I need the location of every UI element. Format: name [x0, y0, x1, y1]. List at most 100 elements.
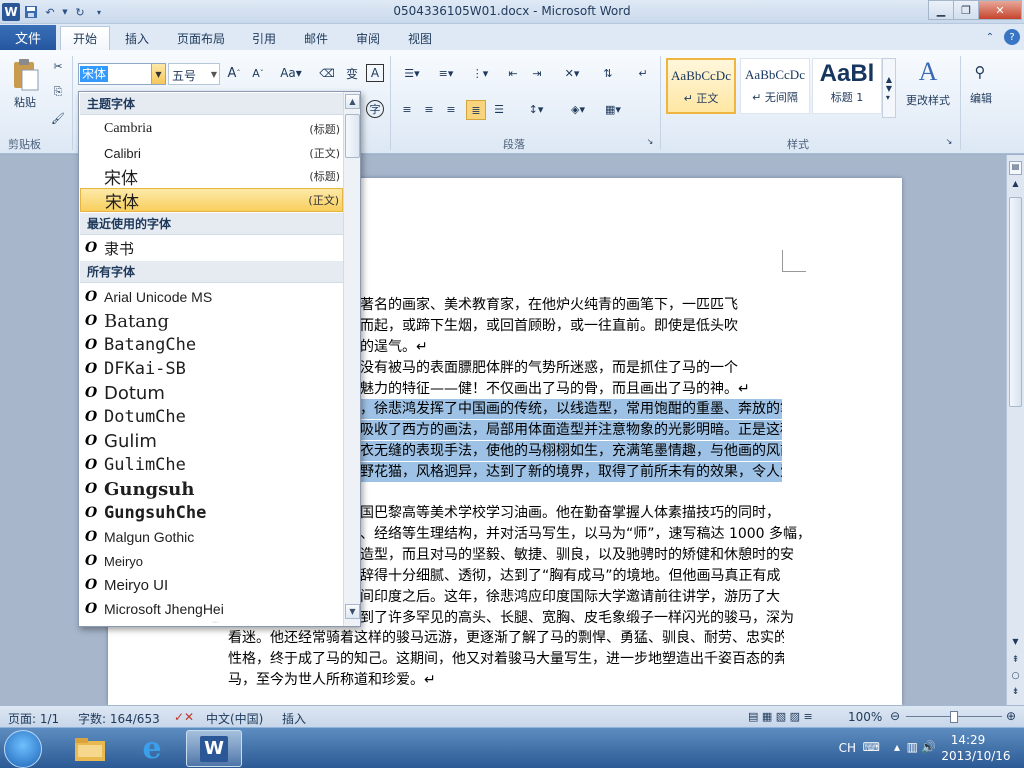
explorer-taskbar-icon[interactable] [62, 730, 118, 767]
minimize-ribbon-icon[interactable]: ⌃ [982, 29, 998, 45]
scroll-up-icon[interactable]: ▲ [345, 94, 360, 109]
multilevel-list-icon[interactable]: ⋮▾ [466, 64, 494, 82]
resize-grip-icon[interactable]: ⋯ [205, 619, 225, 626]
show-hidden-icons-icon[interactable]: ▴ [894, 740, 900, 754]
font-dropdown-list[interactable]: 主题字体 Cambria (标题) Calibri (正文) 宋体 (标题) 宋… [78, 91, 361, 627]
clear-formatting-icon[interactable]: ⌫ [318, 64, 336, 82]
clock-time[interactable]: 14:29 [940, 733, 996, 747]
format-painter-icon[interactable]: 🖌 [50, 110, 66, 126]
scrollbar-thumb[interactable] [345, 114, 360, 158]
vertical-scrollbar[interactable]: ▤ ▲ ▼ ⇞ ○ ⇟ [1006, 155, 1024, 705]
start-button[interactable] [4, 730, 42, 768]
change-styles-icon[interactable]: A [906, 56, 950, 88]
increase-indent-icon[interactable]: ⇥ [528, 64, 546, 82]
tab-references[interactable]: 引用 [244, 26, 284, 50]
maximize-button[interactable]: ❐ [953, 0, 979, 20]
paste-label[interactable]: 粘贴 [10, 94, 40, 110]
font-option[interactable]: O 隶书 [80, 236, 343, 260]
justify-icon[interactable]: ≣ [466, 100, 486, 120]
font-option[interactable]: O GungsuhChe [80, 501, 343, 525]
font-option[interactable]: O Meiryo [80, 549, 343, 573]
align-center-icon[interactable]: ≡ [420, 100, 438, 118]
font-option[interactable]: Cambria (标题) [80, 117, 343, 141]
insert-mode[interactable]: 插入 [282, 710, 306, 727]
borders-icon[interactable]: ▦▾ [598, 100, 628, 118]
zoom-out-icon[interactable]: ⊖ [890, 709, 900, 723]
paste-icon[interactable] [8, 56, 42, 94]
keyboard-icon[interactable]: ⌨ [863, 740, 880, 754]
font-option[interactable]: O Arial Unicode MS [80, 285, 343, 309]
tab-view[interactable]: 视图 [400, 26, 440, 50]
ie-taskbar-icon[interactable]: e [124, 730, 180, 767]
font-name-combobox[interactable]: 宋体 ▼ [78, 63, 166, 85]
font-option[interactable]: O DFKai-SB [80, 357, 343, 381]
tab-page-layout[interactable]: 页面布局 [168, 26, 234, 50]
change-styles-label[interactable]: 更改样式 [900, 92, 956, 108]
numbering-icon[interactable]: ≡▾ [432, 64, 460, 82]
chevron-down-icon[interactable]: ▼ [151, 64, 165, 84]
cut-icon[interactable]: ✂ [50, 58, 66, 74]
tab-review[interactable]: 审阅 [348, 26, 388, 50]
font-option-selected[interactable]: 宋体 (正文) [80, 188, 343, 213]
align-right-icon[interactable]: ≡ [442, 100, 460, 118]
font-option[interactable]: 宋体 (标题) [80, 164, 343, 189]
minimize-button[interactable]: ▁ [928, 0, 954, 20]
close-button[interactable]: ✕ [978, 0, 1022, 20]
clock-date[interactable]: 2013/10/16 [940, 749, 1012, 763]
styles-launcher-icon[interactable]: ↘ [944, 136, 954, 146]
scroll-up-icon[interactable]: ▲ [1009, 179, 1022, 193]
word-count[interactable]: 字数: 164/653 [78, 710, 160, 727]
tab-file[interactable]: 文件 [0, 25, 56, 50]
show-marks-icon[interactable]: ↵ [634, 64, 652, 82]
font-option[interactable]: O DotumChe [80, 405, 343, 429]
find-binoculars-icon[interactable]: ⚲ [968, 60, 992, 84]
font-option[interactable]: O GulimChe [80, 453, 343, 477]
next-page-icon[interactable]: ⇟ [1009, 687, 1022, 701]
browse-object-icon[interactable]: ○ [1009, 671, 1022, 685]
view-buttons-icon[interactable]: ▤ ▦ ▧ ▨ ≡ [748, 710, 813, 723]
asian-layout-icon[interactable]: ✕▾ [558, 64, 586, 82]
font-option[interactable]: O Gulim [80, 429, 343, 453]
enclose-characters-icon[interactable]: 字 [366, 100, 384, 118]
style-heading-1[interactable]: AaBl 标题 1 [812, 58, 882, 114]
font-option[interactable]: O Microsoft JhengHei [80, 597, 343, 621]
ruler-toggle-icon[interactable]: ▤ [1009, 161, 1022, 175]
tab-home[interactable]: 开始 [60, 26, 110, 50]
font-option[interactable]: O Meiryo UI [80, 573, 343, 597]
help-icon[interactable]: ? [1004, 29, 1020, 45]
zoom-in-icon[interactable]: ⊕ [1006, 709, 1016, 723]
distributed-icon[interactable]: ☰ [490, 100, 508, 118]
tab-insert[interactable]: 插入 [114, 26, 160, 50]
sort-icon[interactable]: ⇅ [598, 64, 618, 82]
paragraph-launcher-icon[interactable]: ↘ [645, 136, 655, 146]
input-method-indicator[interactable]: CH [839, 741, 856, 755]
zoom-level[interactable]: 100% [848, 710, 882, 724]
font-list-scrollbar[interactable]: ▲ ▼ [343, 92, 360, 626]
font-option[interactable]: O Malgun Gothic [80, 525, 343, 549]
font-name-value[interactable]: 宋体 [80, 66, 109, 82]
copy-icon[interactable]: ⎘ [50, 84, 66, 100]
scroll-down-icon[interactable]: ▼ [345, 604, 360, 619]
tab-mailings[interactable]: 邮件 [296, 26, 336, 50]
zoom-slider-thumb[interactable] [950, 711, 958, 723]
styles-scroll-icon[interactable]: ▲ ▼ ▾ [882, 58, 896, 118]
previous-page-icon[interactable]: ⇞ [1009, 655, 1022, 669]
style-normal[interactable]: AaBbCcDc ↵ 正文 [666, 58, 736, 114]
language-indicator[interactable]: 中文(中国) [206, 710, 263, 727]
line-spacing-icon[interactable]: ↕▾ [522, 100, 550, 118]
page-count[interactable]: 页面: 1/1 [8, 710, 59, 727]
font-option[interactable]: O Dotum [80, 381, 343, 405]
grow-font-icon[interactable]: Aˆ [224, 64, 244, 82]
font-option[interactable]: O Gungsuh [80, 477, 343, 501]
character-border-icon[interactable]: A [366, 64, 384, 82]
scroll-down-icon[interactable]: ▼ [1009, 637, 1022, 651]
change-case-icon[interactable]: Aa▾ [278, 64, 304, 82]
font-size-value[interactable]: 五号 [172, 67, 196, 84]
font-option[interactable]: O Batang [80, 309, 343, 333]
scrollbar-thumb[interactable] [1009, 197, 1022, 407]
volume-icon[interactable]: 🔊 [921, 740, 936, 754]
proofing-icon[interactable]: ✓✕ [174, 710, 194, 724]
network-icon[interactable]: ▥ [907, 740, 918, 754]
decrease-indent-icon[interactable]: ⇤ [504, 64, 522, 82]
editing-label[interactable]: 编辑 [966, 90, 996, 106]
